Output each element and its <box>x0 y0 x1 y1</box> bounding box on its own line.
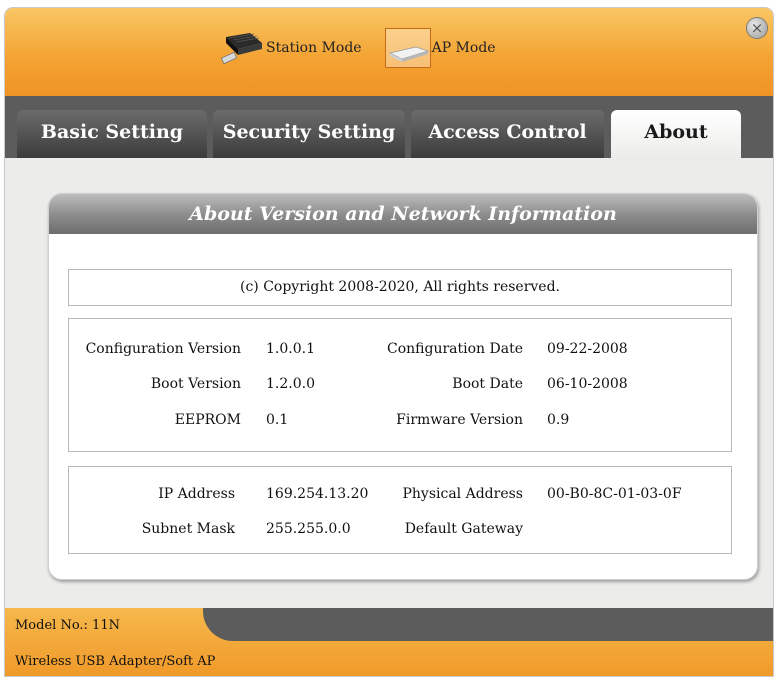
close-icon[interactable]: × <box>747 18 767 38</box>
device-description: Wireless USB Adapter/Soft AP <box>15 654 216 669</box>
station-mode-button[interactable]: Station Mode <box>220 29 362 67</box>
panel-title: About Version and Network Information <box>49 194 757 234</box>
config-date-value: 09-22-2008 <box>547 341 628 357</box>
boot-version-value: 1.2.0.0 <box>266 376 315 392</box>
tab-basic-setting[interactable]: Basic Setting <box>17 110 207 158</box>
station-mode-label: Station Mode <box>266 40 362 56</box>
firmware-version-value: 0.9 <box>547 412 570 428</box>
ip-address-value: 169.254.13.20 <box>266 486 369 502</box>
network-info-box: IP Address 169.254.13.20 Physical Addres… <box>68 466 732 554</box>
boot-date-label: Boot Date <box>452 376 523 392</box>
config-date-label: Configuration Date <box>387 341 523 357</box>
mode-toolbar: Station Mode AP Mode × <box>5 8 773 96</box>
default-gateway-label: Default Gateway <box>404 521 523 537</box>
copyright-text: (c) Copyright 2008-2020, All rights rese… <box>68 269 732 306</box>
access-point-icon <box>384 28 431 68</box>
status-bar-divider <box>203 608 773 641</box>
model-number: Model No.: 11N <box>15 618 120 633</box>
tab-access-control[interactable]: Access Control <box>411 110 604 158</box>
boot-date-value: 06-10-2008 <box>547 376 628 392</box>
network-card-icon <box>220 29 264 67</box>
tab-security-setting[interactable]: Security Setting <box>213 110 405 158</box>
eeprom-label: EEPROM <box>174 412 241 428</box>
ap-mode-label: AP Mode <box>431 40 496 56</box>
subnet-mask-label: Subnet Mask <box>141 521 235 537</box>
boot-version-label: Boot Version <box>150 376 241 392</box>
about-content: About Version and Network Information (c… <box>5 158 773 616</box>
tab-bar: Basic Setting Security Setting Access Co… <box>5 96 773 158</box>
eeprom-value: 0.1 <box>266 412 289 428</box>
ap-mode-button[interactable]: AP Mode <box>384 28 496 68</box>
about-panel: About Version and Network Information (c… <box>48 193 758 580</box>
ip-address-label: IP Address <box>158 486 235 502</box>
mode-switcher: Station Mode AP Mode <box>220 28 520 68</box>
firmware-version-label: Firmware Version <box>396 412 523 428</box>
version-info-box: Configuration Version 1.0.0.1 Configurat… <box>68 318 732 452</box>
physical-address-label: Physical Address <box>402 486 523 502</box>
config-version-label: Configuration Version <box>85 341 241 357</box>
app-window: Station Mode AP Mode × Basic Setting Sec… <box>5 8 773 676</box>
physical-address-value: 00-B0-8C-01-03-0F <box>547 486 682 502</box>
config-version-value: 1.0.0.1 <box>266 341 315 357</box>
tab-about[interactable]: About <box>611 110 741 158</box>
subnet-mask-value: 255.255.0.0 <box>266 521 351 537</box>
